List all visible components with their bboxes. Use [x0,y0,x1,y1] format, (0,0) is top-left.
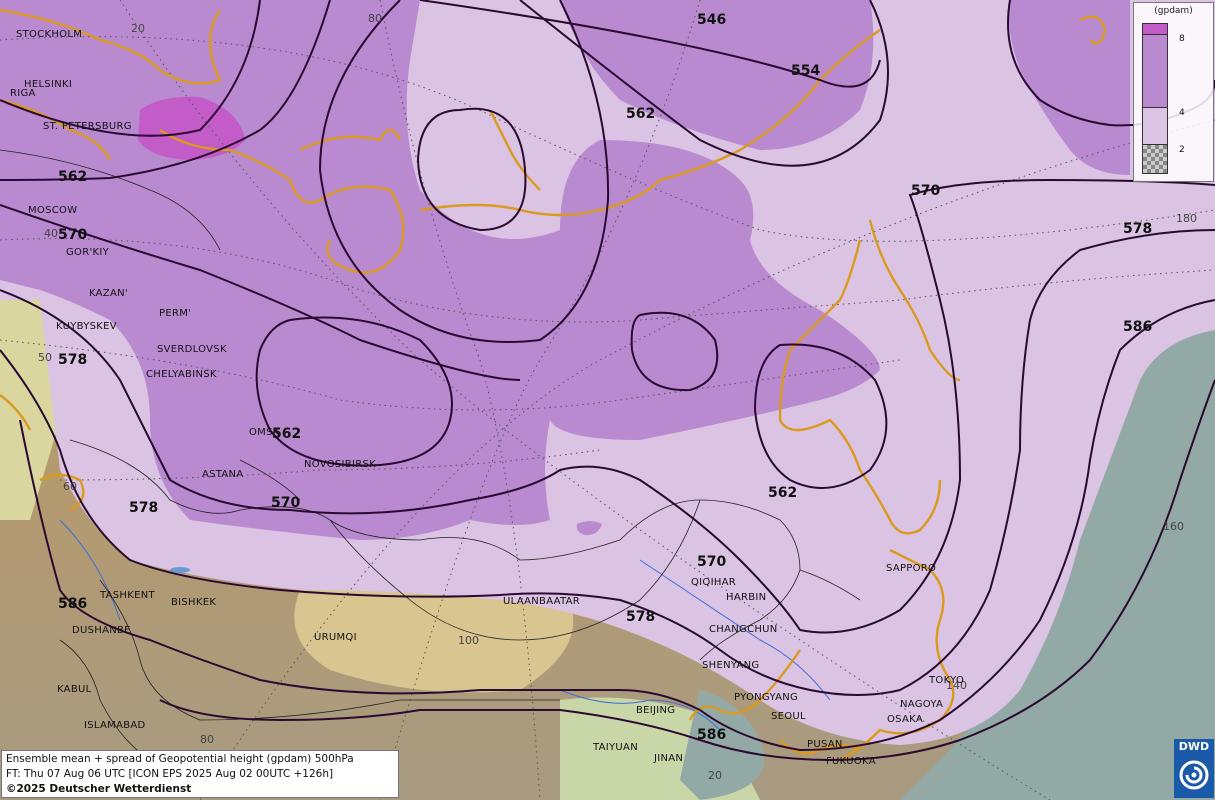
contour-label-570: 570 [911,183,940,199]
legend-tick-8: 8 [1179,34,1185,44]
city-islamabad: ISLAMABAD [84,720,146,731]
legend-swatch-low [1142,107,1168,145]
grid-label: 20 [708,769,722,782]
contour-label-570: 570 [58,227,87,243]
product-title: Ensemble mean + spread of Geopotential h… [6,753,354,765]
city-qiqihar: QIQIHAR [691,577,736,588]
city-pyongyang: PYONGYANG [734,692,798,703]
city-changchun: CHANGCHUN [709,624,778,635]
grid-label: 80 [200,733,214,746]
forecast-time: FT: Thu 07 Aug 06 UTC [ICON EPS 2025 Aug… [6,768,334,780]
contour-label-546: 546 [697,12,726,28]
grid-label: 180 [1176,212,1197,225]
grid-label: 160 [1163,520,1184,533]
city-moscow: MOSCOW [28,205,77,216]
city-gorkiy: GOR'KIY [66,247,110,258]
contour-label-570: 570 [271,495,300,511]
city-perm: PERM' [159,308,191,319]
grid-label: 50 [38,351,52,364]
contour-label-562: 562 [58,169,87,185]
city-omsk: OMSK [249,427,280,438]
city-seoul: SEOUL [771,711,806,722]
grid-label: 80 [368,12,382,25]
city-urumqi: URUMQI [314,632,357,643]
contour-label-554: 554 [791,63,820,79]
city-taiyuan: TAIYUAN [592,742,638,753]
city-riga: RIGA [10,88,36,99]
contour-label-562: 562 [626,106,655,122]
copyright: ©2025 Deutscher Wetterdienst [6,783,192,795]
contour-label-586: 586 [58,596,87,612]
swirl-icon [1179,760,1209,790]
contour-label-562: 562 [768,485,797,501]
city-ulaanbaatar: ULAANBAATAR [503,596,580,607]
city-harbin: HARBIN [726,592,766,603]
city-pusan: PUSAN [807,739,843,750]
city-nagoya: NAGOYA [900,699,943,710]
city-dushanbe: DUSHANBE [72,625,131,636]
city-novosibirsk: NOVOSIBIRSK [304,459,376,470]
legend-swatch-mid [1142,34,1168,108]
legend-tick-2: 2 [1179,145,1185,155]
city-stockholm: STOCKHOLM [16,29,82,40]
contour-label-578: 578 [129,500,158,516]
contour-label-578: 578 [58,352,87,368]
city-sapporo: SAPPORO [886,563,936,574]
grid-label: 40 [44,227,58,240]
forecast-map: 546 554 562 562 562 562 570 570 570 570 … [0,0,1215,800]
city-tokyo: TOKYO [928,675,964,686]
contour-label-578: 578 [626,609,655,625]
contour-label-570: 570 [697,554,726,570]
city-tashkent: TASHKENT [99,590,155,601]
legend-unit: (gpdam) [1154,6,1193,16]
dwd-logo-text: DWD [1178,740,1210,753]
city-bishkek: BISHKEK [171,597,216,608]
city-kazan: KAZAN' [89,288,128,299]
city-osaka: OSAKA [887,714,923,725]
city-kuybyshev: KUYBYSKEV [56,321,117,332]
lake-balkhash [170,567,190,573]
city-fukuoka: FUKUOKA [826,756,876,767]
city-chelyabinsk: CHELYABINSK [146,369,217,380]
contour-label-586: 586 [697,727,726,743]
grid-label: 100 [458,634,479,647]
city-kabul: KABUL [57,684,92,695]
city-st-petersburg: ST. PETERSBURG [43,121,132,132]
grid-label: 20 [131,22,145,35]
city-jinan: JINAN [653,753,683,764]
dwd-logo: DWD [1174,739,1214,798]
legend-swatch-none [1142,144,1168,174]
city-sverdlovsk: SVERDLOVSK [157,344,227,355]
legend-tick-4: 4 [1179,108,1185,118]
info-box: Ensemble mean + spread of Geopotential h… [1,750,399,798]
city-astana: ASTANA [202,469,243,480]
city-beijing: BEIJING [636,705,675,716]
grid-label: 60 [63,480,77,493]
contour-label-586: 586 [1123,319,1152,335]
contour-label-578: 578 [1123,221,1152,237]
spread-legend: (gpdam) 8 4 2 [1133,2,1214,182]
city-shenyang: SHENYANG [702,660,759,671]
